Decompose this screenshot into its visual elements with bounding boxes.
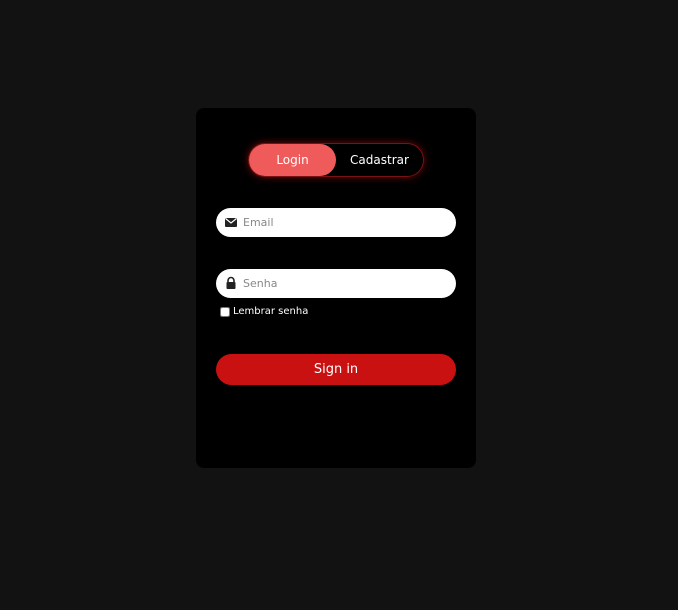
email-input[interactable] [243, 208, 443, 237]
remember-password[interactable]: Lembrar senha [220, 306, 308, 317]
password-field[interactable] [216, 269, 456, 298]
remember-label: Lembrar senha [233, 306, 309, 317]
tab-login[interactable]: Login [249, 144, 336, 176]
login-card: Login Cadastrar Lembrar senha Sign in [196, 108, 476, 468]
envelope-icon [225, 218, 237, 227]
sign-in-button[interactable]: Sign in [216, 354, 456, 385]
auth-mode-toggle: Login Cadastrar [248, 143, 424, 177]
email-field[interactable] [216, 208, 456, 237]
tab-register[interactable]: Cadastrar [336, 144, 423, 176]
remember-checkbox[interactable] [220, 306, 230, 317]
lock-icon [226, 276, 236, 289]
password-input[interactable] [243, 269, 443, 298]
